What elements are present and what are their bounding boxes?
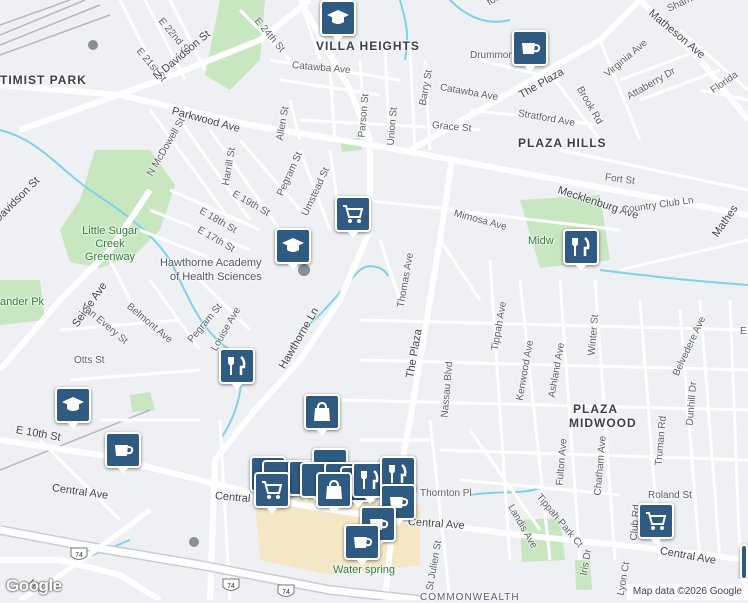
fork-knife-icon [361,470,379,489]
graduation-cap-icon [62,397,84,411]
park-label-midwood: Midw [528,235,554,247]
marker-school-e10th[interactable] [55,387,91,429]
street-label-thornton: Thornton Pl [420,488,472,499]
poi-label-hawthorne-academy-2: of Health Sciences [170,271,262,283]
marker-grocery-central[interactable] [254,472,290,514]
poi-dot[interactable] [189,537,199,547]
street-label-roland: Roland St [648,490,692,501]
graduation-cap-icon [327,10,349,24]
neighborhood-plaza-midwood-line2: MIDWOOD [569,416,637,430]
fork-knife-icon [228,356,246,375]
fork-knife-icon [572,237,590,256]
map-attribution[interactable]: Map data ©2026 Google [626,584,748,600]
park-label-little-sugar-creek: Little Sugar Creek Greenway [82,225,138,263]
coffee-cup-icon [522,43,541,54]
shield-number: 74 [282,589,290,596]
graduation-cap-icon [282,238,304,252]
marker-restaurant-louise[interactable] [219,348,255,390]
marker-store-hawthorne[interactable] [304,394,340,436]
shopping-cart-icon [646,512,667,530]
marker-grocery-umstead[interactable] [335,196,371,238]
coffee-cup-icon [115,445,134,456]
marker-store-central[interactable] [316,472,352,514]
marker-restaurant-midwood-park[interactable] [563,229,599,271]
marker-cafe-e10th[interactable] [105,432,141,474]
marker-edge-right[interactable] [738,544,748,586]
poi-dot[interactable] [88,40,98,50]
coffee-cup-icon [354,537,373,548]
interstate-shield-74-c: 74 [277,584,295,597]
interstate-shield-74-b: 74 [222,578,240,591]
neighborhood-commonwealth: COMMONWEALTH [420,592,520,603]
street-label-otts: Otts St [74,355,105,366]
marker-grocery-central-right[interactable] [638,503,674,545]
shield-number: 74 [227,583,235,590]
shopping-cart-icon [343,205,364,223]
shopping-bag-icon [326,479,342,499]
poi-dot-hawthorne-academy[interactable] [298,264,310,276]
google-logo[interactable]: Google [6,576,62,596]
neighborhood-plaza-midwood-line1: PLAZA [573,402,618,416]
neighborhood-plaza-hills: PLAZA HILLS [518,136,607,150]
interstate-shield-74-a: 74 [70,547,88,560]
poi-label-hawthorne-academy-1: Hawthorne Academy [160,257,262,269]
park-label-alexander: ander Pk [0,296,45,308]
street-label-e-right: E [740,326,747,337]
fork-knife-icon [389,464,407,483]
shield-number: 74 [75,552,83,559]
marker-cafe-central-3[interactable] [344,524,380,566]
marker-cafe-plaza-top[interactable] [512,30,548,72]
shopping-cart-icon [262,481,283,499]
neighborhood-optimist-park: TIMIST PARK [0,73,87,87]
marker-school-villa-heights[interactable] [320,0,356,42]
marker-school-hawthorne-academy[interactable] [275,228,311,270]
shopping-bag-icon [314,401,330,421]
